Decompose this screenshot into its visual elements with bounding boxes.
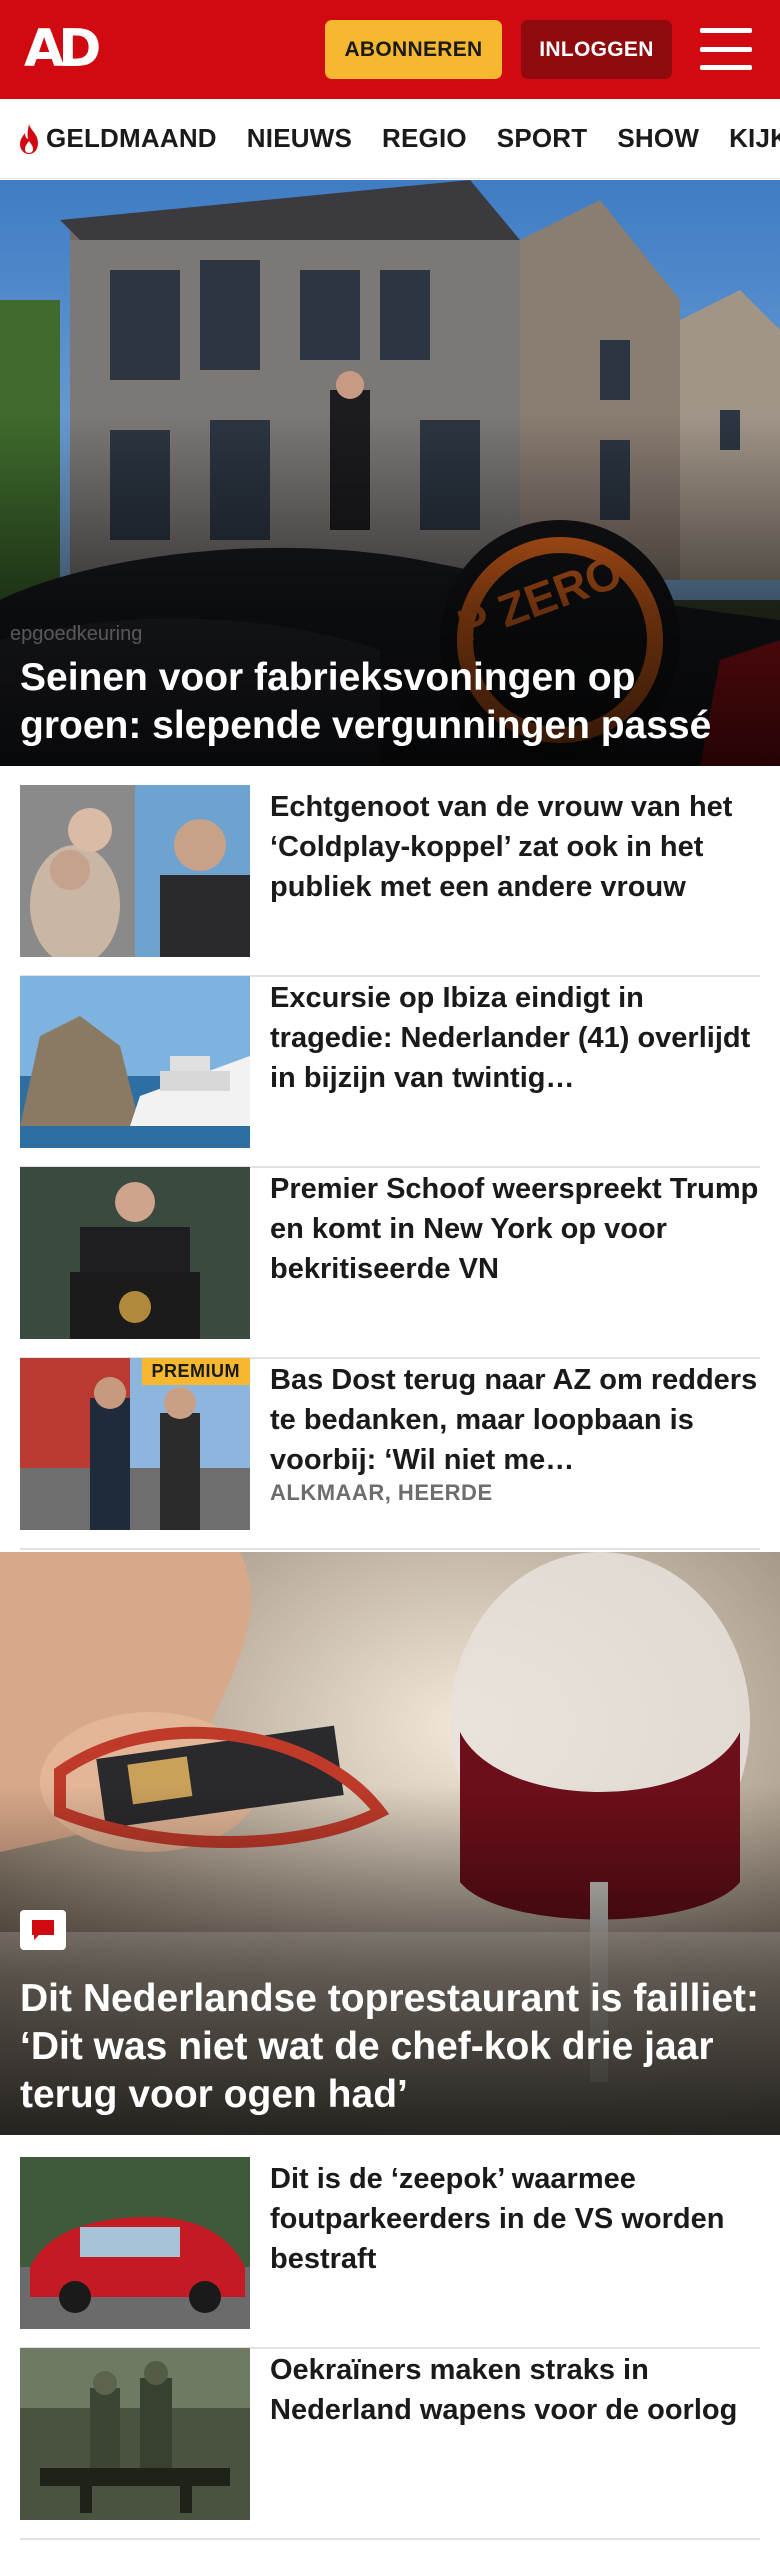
- login-button[interactable]: INLOGGEN: [521, 20, 672, 79]
- logo-text: AD: [24, 19, 101, 79]
- hamburger-menu-icon[interactable]: [700, 28, 752, 70]
- top-bar: AD ABONNEREN INLOGGEN: [0, 0, 780, 99]
- article-thumbnail: [20, 2348, 250, 2520]
- subscribe-button[interactable]: ABONNEREN: [325, 20, 502, 79]
- article-thumbnail: [20, 785, 250, 957]
- article-thumbnail: [20, 2157, 250, 2329]
- article-thumbnail: [20, 976, 250, 1148]
- article-title[interactable]: Dit is de ‘zeepok’ waarmee foutparkeerde…: [270, 2159, 760, 2279]
- nav-label: SPORT: [496, 123, 588, 153]
- list-item[interactable]: PREMIUM Bas Dost terug naar AZ om redder…: [20, 1358, 760, 1550]
- nav-label: SHOW: [617, 123, 700, 153]
- nav-label: NIEUWS: [246, 123, 352, 153]
- nav-label: KIJK: [729, 123, 780, 153]
- article-title[interactable]: Echtgenoot van de vrouw van het ‘Coldpla…: [270, 787, 760, 907]
- nav-label: GELDMAAND: [46, 123, 217, 153]
- comment-icon: [32, 1920, 54, 1940]
- hero-article-housing[interactable]: P ZERO epgoedkeuring Seinen voor fabriek…: [0, 180, 780, 766]
- flame-icon: [20, 123, 38, 154]
- article-location: ALKMAAR, HEERDE: [270, 1480, 493, 1505]
- ad-logo[interactable]: AD: [24, 18, 119, 80]
- premium-badge: PREMIUM: [141, 1358, 250, 1385]
- comment-badge: [20, 1910, 66, 1950]
- list-item[interactable]: Dit is de ‘zeepok’ waarmee foutparkeerde…: [20, 2157, 760, 2349]
- list-item[interactable]: Premier Schoof weerspreekt Trump en komt…: [20, 1167, 760, 1359]
- article-thumbnail: [20, 1167, 250, 1339]
- article-title[interactable]: Bas Dost terug naar AZ om redders te bed…: [270, 1360, 760, 1480]
- nav-item-show[interactable]: SHOW: [617, 123, 699, 154]
- list-item[interactable]: Echtgenoot van de vrouw van het ‘Coldpla…: [20, 785, 760, 977]
- article-thumbnail: PREMIUM: [20, 1358, 250, 1530]
- article-title[interactable]: Excursie op Ibiza eindigt in tragedie: N…: [270, 978, 760, 1098]
- hero-title[interactable]: Seinen voor fabrieksvoningen op groen: s…: [20, 654, 760, 750]
- nav-label: REGIO: [382, 123, 467, 153]
- list-item[interactable]: Oekraïners maken straks in Nederland wap…: [20, 2348, 760, 2540]
- nav-item-regio[interactable]: REGIO: [382, 123, 467, 154]
- nav-item-kijk[interactable]: KIJK: [729, 123, 780, 154]
- hero-article-restaurant[interactable]: Dit Nederlandse toprestaurant is faillie…: [0, 1552, 780, 2135]
- hero-title[interactable]: Dit Nederlandse toprestaurant is faillie…: [20, 1975, 760, 2119]
- article-title[interactable]: Premier Schoof weerspreekt Trump en komt…: [270, 1169, 760, 1289]
- list-item[interactable]: Excursie op Ibiza eindigt in tragedie: N…: [20, 976, 760, 1168]
- nav-item-geldmaand[interactable]: GELDMAAND: [16, 123, 217, 155]
- section-nav: GELDMAAND NIEUWS REGIO SPORT SHOW KIJK: [0, 99, 780, 179]
- article-title[interactable]: Oekraïners maken straks in Nederland wap…: [270, 2350, 760, 2430]
- nav-item-sport[interactable]: SPORT: [497, 123, 588, 154]
- nav-item-nieuws[interactable]: NIEUWS: [247, 123, 352, 154]
